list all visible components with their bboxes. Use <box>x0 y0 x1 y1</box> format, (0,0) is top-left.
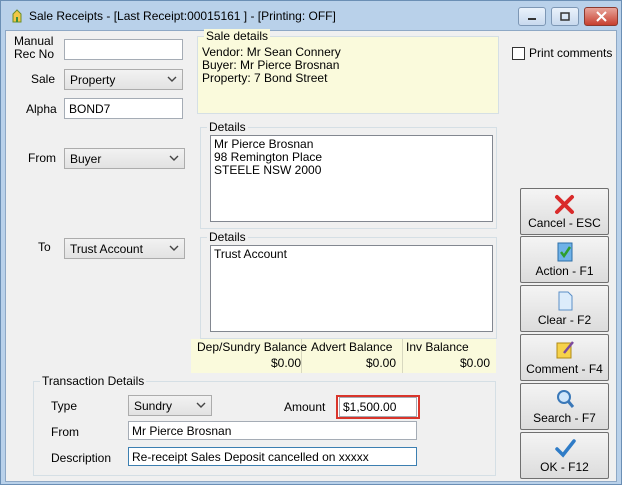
action-check-icon <box>557 242 573 262</box>
sale-details-group: Sale details Vendor: Mr Sean Connery Buy… <box>197 29 499 114</box>
from-select[interactable]: Buyer <box>64 148 185 169</box>
from-label: From <box>28 151 56 165</box>
dep-sundry-balance-value: $0.00 <box>271 356 302 370</box>
action-button[interactable]: Action - F1 <box>520 236 609 283</box>
transaction-from-input[interactable]: Mr Pierce Brosnan <box>128 421 417 440</box>
details-to-group: Details Trust Account <box>200 230 497 339</box>
search-button[interactable]: Search - F7 <box>520 383 609 430</box>
to-label: To <box>38 240 51 254</box>
title-bar: Sale Receipts - [Last Receipt:00015161 ]… <box>1 1 621 31</box>
comment-note-icon <box>556 341 574 359</box>
maximize-icon <box>560 11 570 21</box>
to-select[interactable]: Trust Account <box>64 238 185 259</box>
balances-panel: Dep/Sundry Balance $0.00 Advert Balance … <box>191 339 496 373</box>
amount-input[interactable]: $1,500.00 <box>339 397 417 417</box>
cancel-x-icon <box>555 195 574 214</box>
details-from-textbox[interactable]: Mr Pierce Brosnan 98 Remington Place STE… <box>210 135 493 222</box>
transaction-details-title: Transaction Details <box>40 374 147 388</box>
chevron-down-icon <box>169 155 179 161</box>
details-from-group: Details Mr Pierce Brosnan 98 Remington P… <box>200 120 497 229</box>
comment-button[interactable]: Comment - F4 <box>520 334 609 381</box>
type-label: Type <box>51 399 78 413</box>
chevron-down-icon <box>167 76 177 82</box>
chevron-down-icon <box>196 402 206 408</box>
alpha-label: Alpha <box>26 102 57 116</box>
print-comments-label: Print comments <box>529 46 613 60</box>
sale-details-title: Sale details <box>204 29 271 43</box>
advert-balance-label: Advert Balance <box>311 340 393 354</box>
transaction-from-label: From <box>51 425 79 439</box>
close-button[interactable] <box>584 7 618 26</box>
sale-select[interactable]: Property <box>64 69 183 90</box>
description-label: Description <box>51 451 112 465</box>
clear-button[interactable]: Clear - F2 <box>520 285 609 332</box>
cancel-button[interactable]: Cancel - ESC <box>520 188 609 235</box>
amount-highlight: $1,500.00 <box>336 395 420 419</box>
details-to-textbox[interactable]: Trust Account <box>210 245 493 332</box>
ok-check-icon <box>555 439 576 458</box>
advert-balance-value: $0.00 <box>366 356 397 370</box>
inv-balance-label: Inv Balance <box>406 340 469 354</box>
type-select[interactable]: Sundry <box>128 395 212 416</box>
blank-page-icon <box>558 291 573 311</box>
search-icon <box>557 390 575 408</box>
description-input[interactable]: Re-receipt Sales Deposit cancelled on xx… <box>128 447 417 466</box>
chevron-down-icon <box>169 245 179 251</box>
client-area: Manual Rec No Sale Property Alpha BOND7 … <box>5 29 617 482</box>
maximize-button[interactable] <box>551 7 579 26</box>
inv-balance-value: $0.00 <box>460 356 491 370</box>
app-icon <box>12 9 22 23</box>
sale-receipts-window: Sale Receipts - [Last Receipt:00015161 ]… <box>0 0 622 485</box>
minimize-icon <box>528 17 536 20</box>
details-from-title: Details <box>207 120 248 134</box>
property-line: Property: 7 Bond Street <box>202 71 328 85</box>
alpha-input[interactable]: BOND7 <box>64 98 183 119</box>
print-comments-checkbox[interactable] <box>512 47 525 60</box>
ok-button[interactable]: OK - F12 <box>520 432 609 479</box>
manual-rec-input[interactable] <box>64 39 183 60</box>
dep-sundry-balance-label: Dep/Sundry Balance <box>197 340 308 354</box>
details-to-title: Details <box>207 230 248 244</box>
manual-rec-label: Manual Rec No <box>14 34 55 61</box>
close-icon <box>595 11 607 22</box>
sale-label: Sale <box>31 72 56 86</box>
minimize-button[interactable] <box>518 7 546 26</box>
sale-details-text: Vendor: Mr Sean Connery Buyer: Mr Pierce… <box>202 46 341 85</box>
amount-label: Amount <box>284 400 326 414</box>
window-title: Sale Receipts - [Last Receipt:00015161 ]… <box>29 9 336 23</box>
